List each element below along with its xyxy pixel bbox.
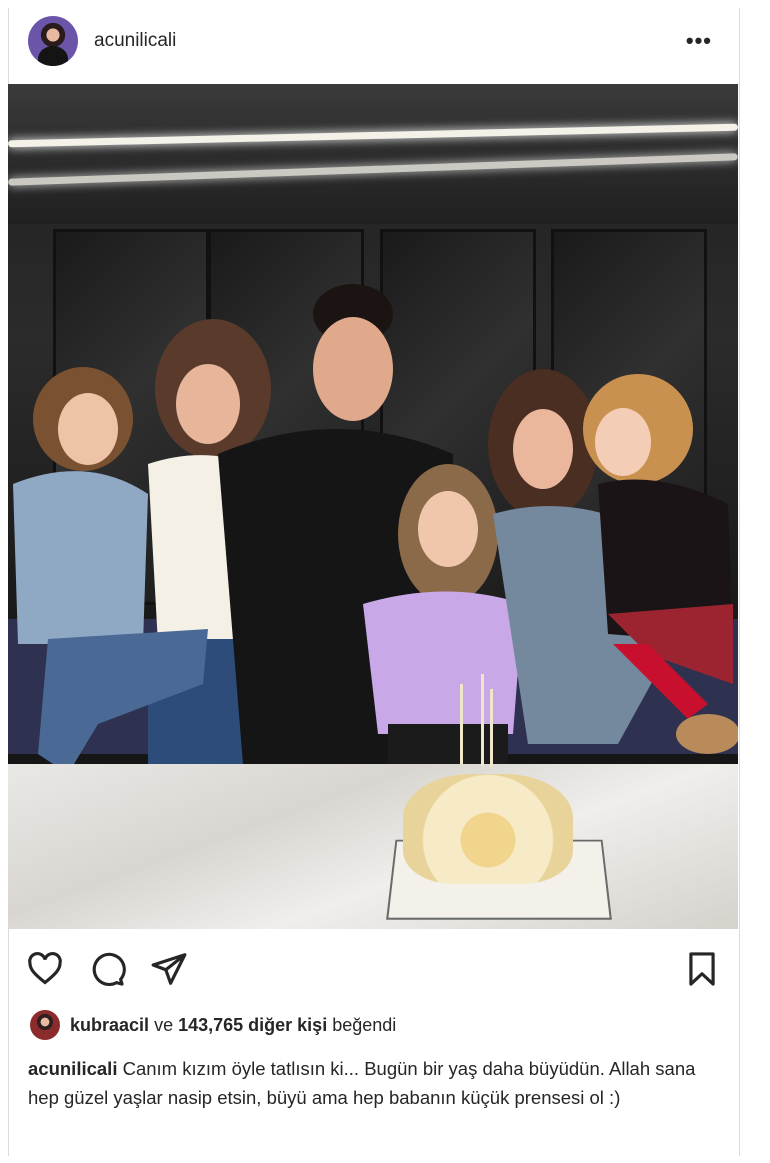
post-caption: acunilicali Canım kızım öyle tatlısın ki… xyxy=(28,1054,718,1112)
bookmark-icon[interactable] xyxy=(683,950,721,988)
girl-middle-face xyxy=(418,491,478,567)
comment-icon[interactable] xyxy=(88,950,126,988)
girl-left-face xyxy=(58,393,118,465)
liker-username[interactable]: kubraacil xyxy=(70,1015,149,1036)
profile-avatar[interactable] xyxy=(28,16,78,66)
post-header: acunilicali ••• xyxy=(8,8,738,78)
action-bar xyxy=(8,938,738,998)
candle xyxy=(481,674,484,766)
send-icon[interactable] xyxy=(150,950,188,988)
birthday-cake xyxy=(403,774,573,884)
likes-count[interactable]: 143,765 diğer kişi xyxy=(178,1015,327,1036)
girl-left-jacket xyxy=(13,471,148,644)
likes-line: kubraacil ve 143,765 diğer kişi beğendi xyxy=(30,1008,396,1042)
caption-text: Canım kızım öyle tatlısın ki... Bugün bi… xyxy=(28,1058,696,1108)
girl-middle-sweater xyxy=(363,591,523,734)
instagram-post: acunilicali ••• kubraacil ve 143,765 diğ… xyxy=(0,0,770,1163)
likes-connector: ve xyxy=(154,1014,174,1035)
post-username[interactable]: acunilicali xyxy=(94,30,176,52)
candle xyxy=(490,689,493,767)
candle xyxy=(460,684,463,764)
liker-avatar[interactable] xyxy=(30,1010,60,1040)
more-options-icon[interactable]: ••• xyxy=(686,28,712,54)
girl-right-boot xyxy=(676,714,738,754)
man-face xyxy=(313,317,393,421)
woman-left-face xyxy=(176,364,240,444)
likes-suffix: beğendi xyxy=(332,1014,397,1035)
caption-username[interactable]: acunilicali xyxy=(28,1058,117,1079)
woman-right-face xyxy=(513,409,573,489)
marble-table xyxy=(8,764,738,929)
post-photo[interactable] xyxy=(8,84,738,929)
heart-icon[interactable] xyxy=(26,950,64,988)
girl-right-face xyxy=(595,408,651,476)
